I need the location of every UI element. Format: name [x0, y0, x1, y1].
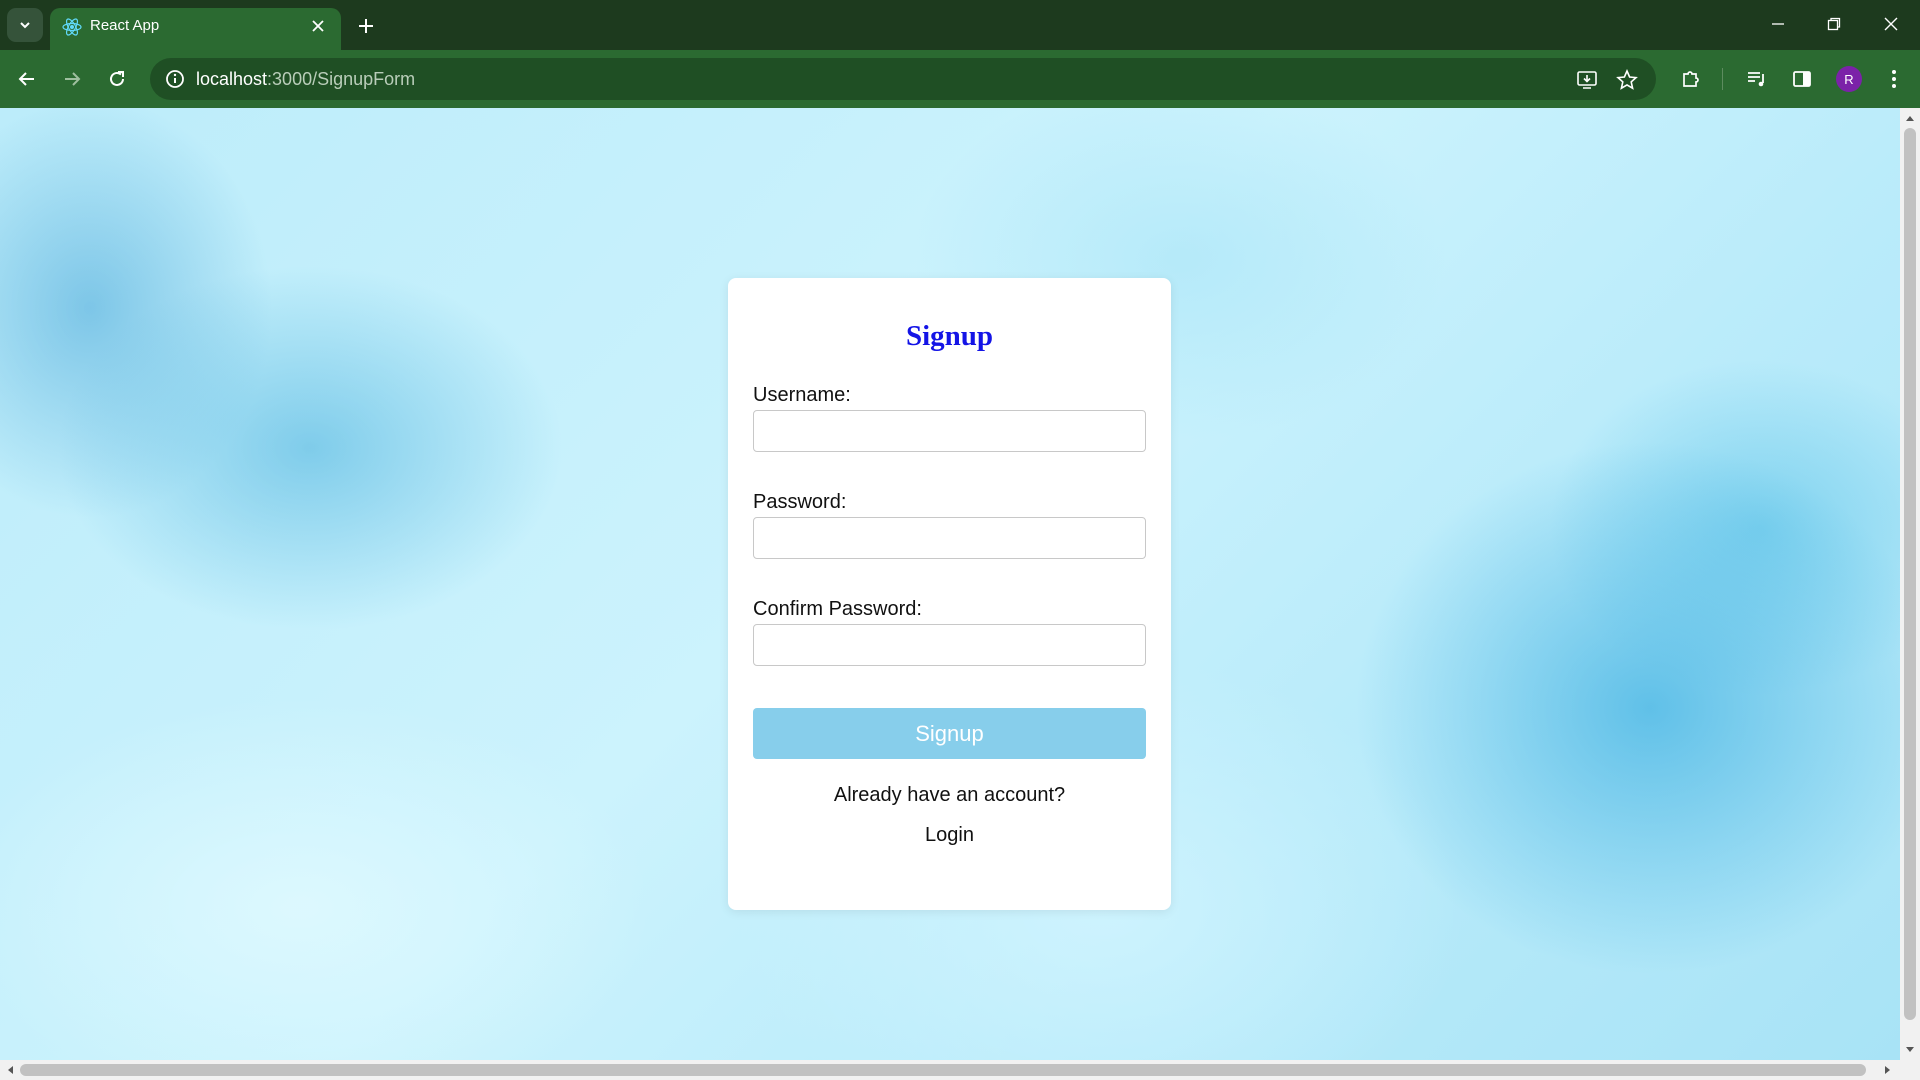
- extensions-button[interactable]: [1673, 61, 1709, 97]
- scroll-up-arrow[interactable]: [1902, 110, 1918, 126]
- puzzle-icon: [1683, 71, 1699, 87]
- install-icon: [1577, 71, 1597, 89]
- close-icon: [312, 20, 324, 32]
- new-tab-button[interactable]: [352, 12, 380, 40]
- browser-toolbar: localhost:3000/SignupForm R: [0, 50, 1920, 108]
- toolbar-divider: [1722, 68, 1723, 90]
- tab-search-button[interactable]: [7, 8, 43, 42]
- chevron-down-icon: [20, 22, 30, 29]
- bookmark-button[interactable]: [1613, 66, 1641, 94]
- tab-strip: React App: [0, 0, 1920, 50]
- reload-button[interactable]: [99, 61, 135, 97]
- horizontal-scroll-thumb[interactable]: [20, 1064, 1866, 1076]
- arrow-right-icon: [65, 72, 81, 86]
- close-icon: [1884, 17, 1898, 31]
- reload-icon: [110, 71, 124, 86]
- address-bar[interactable]: localhost:3000/SignupForm: [150, 58, 1656, 100]
- profile-avatar[interactable]: R: [1836, 66, 1862, 92]
- install-app-button[interactable]: [1573, 66, 1601, 94]
- url-path: :3000/SignupForm: [267, 69, 416, 89]
- react-logo-icon: [62, 18, 82, 36]
- star-icon: [1616, 69, 1638, 90]
- scroll-left-arrow[interactable]: [2, 1062, 18, 1078]
- close-window-button[interactable]: [1871, 8, 1911, 40]
- restore-button[interactable]: [1814, 8, 1854, 40]
- password-input[interactable]: [753, 517, 1146, 559]
- url-host: localhost: [196, 69, 268, 89]
- triangle-up-icon: [1906, 116, 1914, 121]
- forward-button[interactable]: [54, 61, 90, 97]
- plus-icon: [359, 19, 373, 33]
- username-label: Username:: [753, 384, 851, 406]
- already-have-account-text: Already have an account?: [833, 784, 1066, 806]
- confirm-password-label: Confirm Password:: [753, 598, 922, 620]
- side-panel-icon: [1793, 71, 1811, 87]
- site-info-icon[interactable]: [164, 68, 186, 90]
- scroll-down-arrow[interactable]: [1902, 1042, 1918, 1058]
- triangle-right-icon: [1885, 1066, 1890, 1074]
- vertical-scrollbar[interactable]: [1900, 108, 1920, 1060]
- arrow-left-icon: [18, 72, 34, 86]
- browser-tab[interactable]: React App: [50, 8, 341, 50]
- signup-card: Signup Username: Password: Confirm Passw…: [728, 278, 1171, 910]
- password-label: Password:: [753, 491, 847, 513]
- page-viewport: Signup Username: Password: Confirm Passw…: [0, 108, 1900, 1060]
- username-input[interactable]: [753, 410, 1146, 452]
- signup-title: Signup: [905, 320, 994, 352]
- minimize-icon: [1772, 23, 1784, 25]
- tab-title: React App: [90, 17, 160, 34]
- playlist-icon: [1748, 72, 1764, 87]
- vertical-scroll-thumb[interactable]: [1904, 128, 1916, 1020]
- restore-icon: [1827, 17, 1841, 31]
- triangle-left-icon: [8, 1066, 13, 1074]
- side-panel-button[interactable]: [1784, 61, 1820, 97]
- more-vertical-icon: [1892, 70, 1896, 88]
- tab-close-button[interactable]: [307, 15, 329, 37]
- login-link[interactable]: Login: [728, 824, 1171, 847]
- browser-menu-button[interactable]: [1876, 61, 1912, 97]
- confirm-password-input[interactable]: [753, 624, 1146, 666]
- horizontal-scrollbar[interactable]: [0, 1060, 1920, 1080]
- url-text[interactable]: localhost:3000/SignupForm: [196, 68, 415, 90]
- triangle-down-icon: [1906, 1047, 1914, 1052]
- signup-button[interactable]: Signup: [753, 708, 1146, 759]
- minimize-button[interactable]: [1758, 8, 1798, 40]
- media-controls-button[interactable]: [1739, 61, 1775, 97]
- scroll-right-arrow[interactable]: [1880, 1062, 1896, 1078]
- back-button[interactable]: [9, 61, 45, 97]
